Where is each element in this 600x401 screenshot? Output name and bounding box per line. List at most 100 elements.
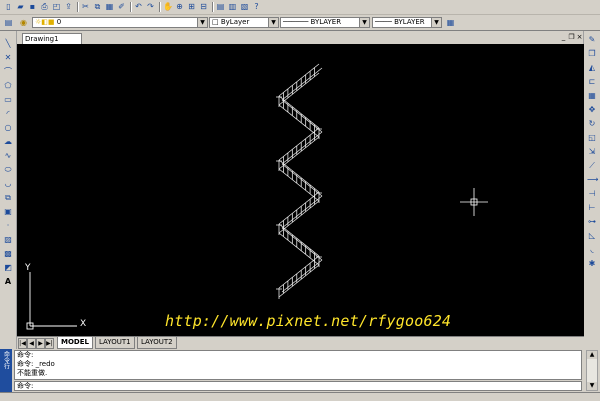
layer-dropdown[interactable]: ☼◧■ 0 ▼ — [32, 17, 208, 28]
tab-layout1[interactable]: LAYOUT1 — [95, 337, 135, 349]
command-window: 命令行 命令: 命令: _redo 不能重做. 命令: ▲ ▼ — [0, 349, 600, 392]
design-center-icon[interactable]: ▥ — [228, 2, 237, 11]
break-at-point-icon[interactable]: ⊣ — [587, 189, 597, 199]
color-swatch-icon: □ — [212, 18, 219, 26]
fillet-icon[interactable]: ◟ — [587, 245, 597, 255]
crosshair-cursor — [460, 188, 488, 216]
gradient-icon[interactable]: ▩ — [3, 249, 13, 259]
point-icon[interactable]: · — [3, 221, 13, 231]
polyline-icon[interactable]: ⌒ — [3, 67, 13, 77]
watermark-url: http://www.pixnet.net/rfygoo624 — [165, 312, 452, 330]
offset-icon[interactable]: ⊏ — [587, 77, 597, 87]
print-icon[interactable]: ⎙ — [40, 2, 49, 11]
rotate-icon[interactable]: ↻ — [587, 119, 597, 129]
ucs-x-label: X — [80, 319, 87, 329]
copy-icon[interactable]: ⧉ — [93, 2, 102, 11]
break-icon[interactable]: ⊢ — [587, 203, 597, 213]
ucs-y-label: Y — [25, 263, 31, 273]
chevron-down-icon[interactable]: ▼ — [268, 18, 278, 27]
pan-icon[interactable]: ✋ — [163, 2, 173, 11]
toolbar-separator — [159, 2, 161, 12]
redo-icon[interactable]: ↷ — [146, 2, 155, 11]
construction-line-icon[interactable]: ✕ — [3, 53, 13, 63]
lightbulb-icon: ◉ — [20, 18, 27, 27]
linetype-dropdown[interactable]: ────── BYLAYER ▼ — [280, 17, 370, 28]
properties-toolbar: ▤ ◉ ☼◧■ 0 ▼ □ ByLayer ▼ ────── BYLAYER ▼… — [0, 15, 600, 31]
chevron-down-icon[interactable]: ▼ — [197, 18, 207, 27]
zoom-window-icon[interactable]: ⊞ — [187, 2, 196, 11]
model-space-canvas[interactable]: Y X — [17, 44, 584, 336]
chevron-down-icon[interactable]: ▼ — [431, 18, 441, 27]
chamfer-icon[interactable]: ◺ — [587, 231, 597, 241]
lineweight-dropdown[interactable]: ──── BYLAYER ▼ — [372, 17, 442, 28]
linetype-dropdown-value: BYLAYER — [310, 18, 342, 26]
explode-icon[interactable]: ✱ — [587, 259, 597, 269]
match-properties-icon[interactable]: ✐ — [117, 2, 126, 11]
layer-state-icons: ☼◧■ — [35, 18, 55, 26]
toolbar-separator — [130, 2, 132, 12]
color-dropdown[interactable]: □ ByLayer ▼ — [209, 17, 279, 28]
paste-icon[interactable]: ▦ — [105, 2, 114, 11]
minimize-icon[interactable]: _ — [560, 34, 567, 41]
zoom-realtime-icon[interactable]: ⊕ — [175, 2, 184, 11]
stretch-icon[interactable]: ⇲ — [587, 147, 597, 157]
next-tab-icon[interactable]: ▶ — [36, 338, 45, 349]
revision-cloud-icon[interactable]: ☁ — [3, 137, 13, 147]
arc-icon[interactable]: ◜ — [3, 109, 13, 119]
command-input[interactable]: 命令: — [14, 381, 582, 391]
ellipse-arc-icon[interactable]: ◡ — [3, 179, 13, 189]
trim-icon[interactable]: ⟋ — [587, 161, 597, 171]
scroll-down-icon[interactable]: ▼ — [587, 382, 597, 390]
command-history-line: 命令: — [17, 351, 34, 359]
preview-icon[interactable]: ◰ — [52, 2, 61, 11]
make-block-icon[interactable]: ▣ — [3, 207, 13, 217]
drawing-svg — [26, 63, 488, 330]
publish-icon[interactable]: ⇪ — [64, 2, 73, 11]
first-tab-icon[interactable]: |◀ — [18, 338, 27, 349]
erase-icon[interactable]: ✎ — [587, 35, 597, 45]
zoom-previous-icon[interactable]: ⊟ — [199, 2, 208, 11]
rectangle-icon[interactable]: ▭ — [3, 95, 13, 105]
close-icon[interactable]: × — [576, 34, 583, 41]
undo-icon[interactable]: ↶ — [134, 2, 143, 11]
help-icon[interactable]: ? — [252, 2, 261, 11]
scale-icon[interactable]: ◱ — [587, 133, 597, 143]
command-history: 命令: 命令: _redo 不能重做. — [14, 350, 582, 380]
array-icon[interactable]: ▦ — [587, 91, 597, 101]
properties-icon[interactable]: ▤ — [216, 2, 225, 11]
restore-icon[interactable]: ❐ — [568, 34, 575, 41]
multiline-text-icon[interactable]: A — [3, 277, 13, 287]
spline-icon[interactable]: ∿ — [3, 151, 13, 161]
ucs-icon — [26, 272, 77, 330]
extend-icon[interactable]: ⟶ — [587, 175, 598, 185]
cut-icon[interactable]: ✂ — [81, 2, 90, 11]
open-icon[interactable]: ▰ — [16, 2, 25, 11]
tab-layout2[interactable]: LAYOUT2 — [137, 337, 177, 349]
save-icon[interactable]: ▪ — [28, 2, 37, 11]
plot-style-icon[interactable]: ▦ — [446, 18, 455, 27]
copy-object-icon[interactable]: ❐ — [587, 49, 597, 59]
region-icon[interactable]: ◩ — [3, 263, 13, 273]
scroll-up-icon[interactable]: ▲ — [587, 351, 597, 359]
join-icon[interactable]: ⊶ — [587, 217, 597, 227]
insert-block-icon[interactable]: ⧉ — [3, 193, 13, 203]
prev-tab-icon[interactable]: ◀ — [27, 338, 36, 349]
hatch-icon[interactable]: ▨ — [3, 235, 13, 245]
standard-toolbar: ▯ ▰ ▪ ⎙ ◰ ⇪ ✂ ⧉ ▦ ✐ ↶ ↷ ✋ ⊕ ⊞ ⊟ ▤ ▥ ▧? — [0, 0, 600, 15]
lineweight-dropdown-value: BYLAYER — [394, 18, 425, 26]
polygon-icon[interactable]: ⬠ — [3, 81, 13, 91]
move-icon[interactable]: ✥ — [587, 105, 597, 115]
layer-dropdown-value: 0 — [56, 18, 62, 26]
chevron-down-icon[interactable]: ▼ — [359, 18, 369, 27]
layer-manager-icon[interactable]: ▤ — [4, 18, 13, 27]
tool-palettes-icon[interactable]: ▧ — [240, 2, 249, 11]
circle-icon[interactable]: ○ — [3, 123, 13, 133]
mirror-icon[interactable]: ◭ — [587, 63, 597, 73]
line-icon[interactable]: ╲ — [3, 39, 13, 49]
tab-model[interactable]: MODEL — [57, 337, 93, 349]
command-scrollbar[interactable]: ▲ ▼ — [586, 350, 598, 391]
last-tab-icon[interactable]: ▶| — [45, 338, 54, 349]
ellipse-icon[interactable]: ⬭ — [3, 165, 13, 175]
command-window-title: 命令行 — [0, 349, 12, 392]
new-file-icon[interactable]: ▯ — [4, 2, 13, 11]
